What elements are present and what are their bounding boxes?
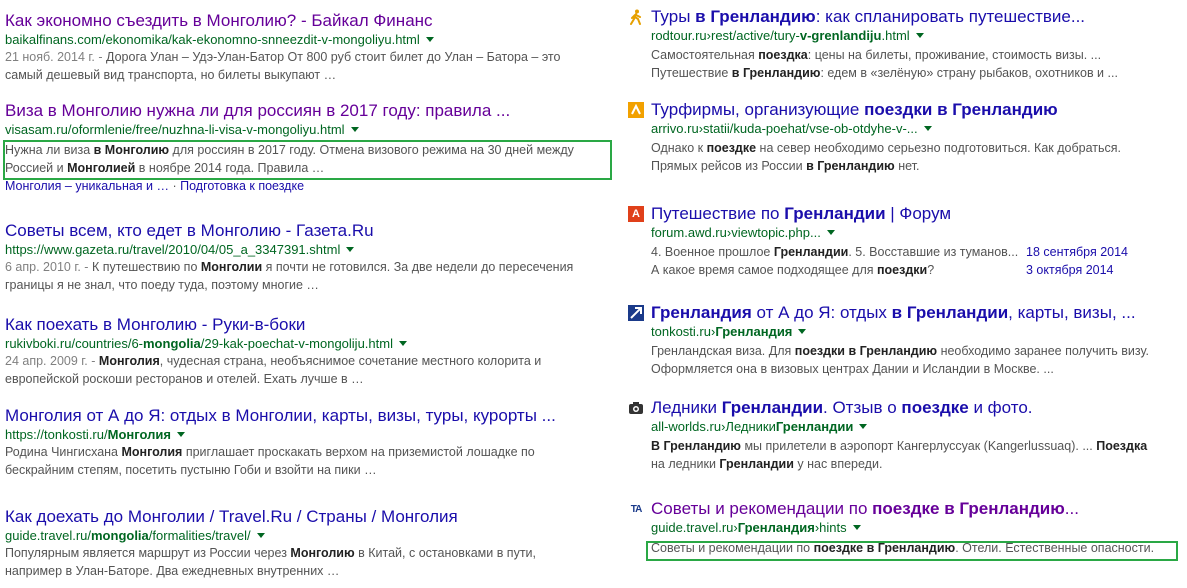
highlight-box <box>3 140 612 180</box>
result-title-link[interactable]: Гренландия от А до Я: отдых в Гренландии… <box>651 303 1187 323</box>
result-title-link[interactable]: Туры в Гренландию: как спланировать путе… <box>651 7 1187 27</box>
awd-logo-icon: A <box>628 206 644 222</box>
url-dropdown-caret-icon[interactable] <box>859 424 868 429</box>
travelru-logo-icon: TA <box>630 503 643 515</box>
result-url: arrivo.ru › statii/kuda-poehat/vse-ob-ot… <box>651 120 1187 137</box>
url-dropdown-caret-icon[interactable] <box>915 33 924 38</box>
result-title-link[interactable]: Как экономно съездить в Монголию? - Байк… <box>5 11 615 31</box>
result-url: https://www.gazeta.ru/travel/2010/04/05_… <box>5 241 615 258</box>
search-result: Гренландия от А до Я: отдых в Гренландии… <box>623 303 1187 378</box>
arrivo-logo-icon <box>628 102 644 118</box>
url-dropdown-caret-icon[interactable] <box>826 230 835 235</box>
search-result: Советы всем, кто едет в Монголию - Газет… <box>5 221 615 294</box>
result-url: forum.awd.ru › viewtopic.php... <box>651 224 1187 241</box>
result-snippet: Родина Чингисхана Монголия приглашает пр… <box>5 445 535 477</box>
result-url: baikalfinans.com/ekonomika/kak-ekonomno-… <box>5 31 615 48</box>
url-dropdown-caret-icon[interactable] <box>425 37 434 42</box>
result-snippet: В Гренландию мы прилетели в аэропорт Кан… <box>651 439 1148 471</box>
url-dropdown-caret-icon[interactable] <box>350 127 359 132</box>
result-title-link[interactable]: Советы и рекомендации по поездке в Гренл… <box>651 499 1187 519</box>
result-url: all-worlds.ru › Ледники Гренландии <box>651 418 1187 435</box>
result-snippet: 24 апр. 2009 г. - Монголия, чудесная стр… <box>5 354 542 386</box>
highlight-box <box>646 541 1178 561</box>
walking-person-icon <box>628 9 644 25</box>
url-dropdown-caret-icon[interactable] <box>398 341 407 346</box>
search-result: Турфирмы, организующие поездки в Гренлан… <box>623 100 1187 175</box>
thread-date-link[interactable]: 3 октября 2014 <box>1026 261 1131 279</box>
result-snippet: Популярным является маршрут из России че… <box>5 546 537 578</box>
result-url: rodtour.ru › rest/active/tury-v-grenland… <box>651 27 1187 44</box>
url-dropdown-caret-icon[interactable] <box>923 126 932 131</box>
url-dropdown-caret-icon[interactable] <box>798 329 807 334</box>
thread-date-link[interactable]: 18 сентября 2014 <box>1026 243 1131 261</box>
result-title-link[interactable]: Как поехать в Монголию - Руки-в-боки <box>5 315 615 335</box>
search-result: Монголия от А до Я: отдых в Монголии, ка… <box>5 406 615 479</box>
result-snippet: Самостоятельная поездка: цены на билеты,… <box>651 48 1118 80</box>
result-title-link[interactable]: Монголия от А до Я: отдых в Монголии, ка… <box>5 406 615 426</box>
search-result: Как доехать до Монголии / Travel.Ru / Ст… <box>5 507 615 580</box>
result-url: guide.travel.ru/mongolia/formalities/tra… <box>5 527 615 544</box>
url-dropdown-caret-icon[interactable] <box>176 432 185 437</box>
search-result: A Путешествие по Гренландии | Форум foru… <box>623 204 1187 279</box>
search-result: Ледники Гренландии. Отзыв о поездке и фо… <box>623 398 1187 473</box>
result-url: visasam.ru/oformlenie/free/nuzhna-li-vis… <box>5 121 615 138</box>
sitelink[interactable]: Монголия – уникальная и … <box>5 179 169 193</box>
result-snippet: 6 апр. 2010 г. - К путешествию по Монгол… <box>5 260 574 292</box>
result-title-link[interactable]: Турфирмы, организующие поездки в Гренлан… <box>651 100 1187 120</box>
tonkosti-logo-icon <box>628 305 644 321</box>
search-result: Туры в Гренландию: как спланировать путе… <box>623 7 1187 82</box>
result-url: tonkosti.ru › Гренландия <box>651 323 1187 340</box>
forum-thread-row: А какое время самое подходящее для поезд… <box>651 261 1131 279</box>
result-title-link[interactable]: Виза в Монголию нужна ли для россиян в 2… <box>5 101 615 121</box>
result-snippet: Однако к поездке на север необходимо сер… <box>651 141 1121 173</box>
allworlds-logo-icon <box>628 400 644 416</box>
search-result: Как поехать в Монголию - Руки-в-боки ruk… <box>5 315 615 388</box>
result-title-link[interactable]: Путешествие по Гренландии | Форум <box>651 204 1187 224</box>
result-title-link[interactable]: Советы всем, кто едет в Монголию - Газет… <box>5 221 615 241</box>
url-dropdown-caret-icon[interactable] <box>256 533 265 538</box>
forum-thread-row: 4. Военное прошлое Гренландии. 5. Восста… <box>651 243 1131 261</box>
result-snippet: 21 нояб. 2014 г. - Дорога Улан – Удэ-Ула… <box>5 50 561 82</box>
result-title-link[interactable]: Ледники Гренландии. Отзыв о поездке и фо… <box>651 398 1187 418</box>
result-url: guide.travel.ru › Гренландия › hints <box>651 519 1187 536</box>
sitelink[interactable]: Подготовка к поездке <box>180 179 304 193</box>
result-url: https://tonkosti.ru/Монголия <box>5 426 615 443</box>
result-snippet: Гренландская виза. Для поездки в Гренлан… <box>651 344 1149 376</box>
result-title-link[interactable]: Как доехать до Монголии / Travel.Ru / Ст… <box>5 507 615 527</box>
url-dropdown-caret-icon[interactable] <box>346 247 355 252</box>
url-dropdown-caret-icon[interactable] <box>852 525 861 530</box>
search-result: Как экономно съездить в Монголию? - Байк… <box>5 11 615 84</box>
result-url: rukivboki.ru/countries/6- mongolia/29-kak… <box>5 335 615 352</box>
